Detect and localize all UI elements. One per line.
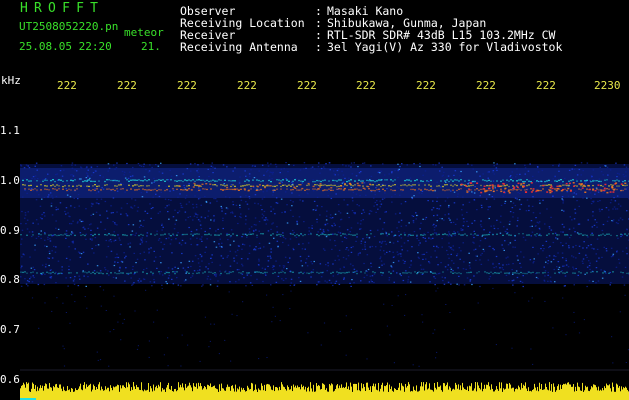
noise-layer (20, 162, 629, 367)
app-title: HROFFT (20, 1, 105, 16)
frequency-tick: 0.8 (0, 273, 20, 286)
frequency-tick: 0.7 (0, 323, 20, 336)
frequency-tick: 1.0 (0, 174, 20, 187)
frequency-tick: 1.1 (0, 124, 20, 137)
time-tick: 222 (416, 80, 436, 92)
noise-band-upper (20, 168, 629, 198)
time-tick: 222 (117, 80, 137, 92)
time-tick: 222 (536, 80, 556, 92)
event-type: meteor (124, 26, 164, 39)
antenna-value: 3el Yagi(V) Az 330 for Vladivostok (327, 40, 563, 54)
spectrogram-canvas (20, 162, 629, 400)
event-index: 21. (141, 40, 161, 53)
time-tick: 222 (476, 80, 496, 92)
time-tick: 222 (356, 80, 376, 92)
antenna-colon: : (315, 40, 322, 54)
file-name: UT2508052220.pn (19, 20, 119, 33)
frequency-tick: 0.9 (0, 224, 20, 237)
hrofft-screen: HROFFT UT2508052220.pn meteor 25.08.05 2… (0, 0, 629, 400)
timestamp: 25.08.05 22:20 (19, 40, 112, 53)
time-tick: 2230 (594, 80, 621, 92)
frequency-unit-label: kHz (1, 74, 21, 87)
time-tick: 222 (177, 80, 197, 92)
time-tick: 222 (57, 80, 77, 92)
time-tick: 222 (237, 80, 257, 92)
spectrogram (20, 96, 629, 400)
frequency-tick: 0.6 (0, 373, 20, 386)
power-meter-bar (20, 382, 629, 400)
time-tick: 222 (297, 80, 317, 92)
antenna-key: Receiving Antenna (180, 40, 298, 54)
